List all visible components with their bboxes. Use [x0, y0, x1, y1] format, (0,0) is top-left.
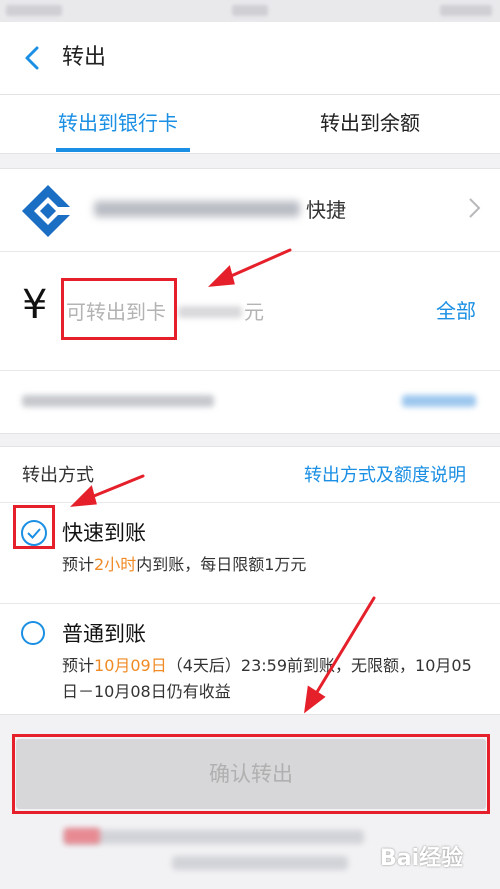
- tab-to-balance[interactable]: 转出到余额: [320, 109, 420, 137]
- desc-highlight: 2小时: [94, 555, 137, 574]
- option-description: 预计2小时内到账，每日限额1万元: [62, 553, 306, 577]
- status-carrier-blur: [6, 5, 62, 16]
- desc-highlight: 10月09日: [94, 656, 167, 675]
- bank-tag-label: 快捷: [306, 198, 346, 222]
- status-time-blur: [232, 5, 268, 16]
- currency-symbol: ¥: [22, 282, 48, 328]
- tab-bar: 转出到银行卡 转出到余额: [0, 95, 500, 154]
- bank-select-row[interactable]: 快捷: [0, 169, 500, 252]
- footer-note-blurred: [64, 830, 364, 844]
- option-fast-arrival[interactable]: 快速到账 预计2小时内到账，每日限额1万元: [0, 503, 500, 604]
- amount-unit: 元: [244, 300, 264, 324]
- page-title: 转出: [62, 45, 107, 70]
- back-button[interactable]: [18, 40, 48, 76]
- status-icons-blur: [440, 5, 492, 16]
- bank-name-blurred: [94, 201, 300, 217]
- desc-text: 内到账，每日限额1万元: [136, 555, 307, 574]
- chevron-left-icon: [25, 46, 39, 70]
- bank-logo-icon: [22, 185, 76, 237]
- limit-note-row: [0, 371, 500, 433]
- transfer-all-button[interactable]: 全部: [436, 297, 476, 325]
- status-bar: [0, 0, 500, 22]
- desc-text: 预计: [62, 656, 95, 675]
- annotation-box-confirm: [12, 734, 490, 814]
- transfer-method-section: 转出方式 转出方式及额度说明 快速到账 预计2小时内到账，每日限额1万元 普通到…: [0, 446, 500, 715]
- method-label: 转出方式: [22, 465, 94, 486]
- tab-to-bank-card[interactable]: 转出到银行卡: [58, 109, 178, 137]
- limit-note-blurred: [22, 395, 214, 407]
- tab-active-indicator: [56, 148, 190, 152]
- desc-text: 预计: [62, 555, 95, 574]
- desc-text: （4天后）23:59前到账，无限额，10月05: [166, 656, 472, 675]
- radio-unchecked-icon[interactable]: [21, 621, 45, 645]
- footer-badge-blurred: [64, 828, 100, 844]
- option-description-line2: 日－10月08日仍有收益: [62, 682, 231, 701]
- available-amount-blurred: [178, 306, 242, 318]
- chevron-right-icon: [469, 198, 481, 218]
- option-normal-arrival[interactable]: 普通到账 预计10月09日（4天后）23:59前到账，无限额，10月05 日－1…: [0, 604, 500, 714]
- option-title: 普通到账: [62, 622, 146, 646]
- nav-bar: 转出: [0, 22, 500, 95]
- option-description: 预计10月09日（4天后）23:59前到账，无限额，10月05: [62, 654, 472, 678]
- annotation-box-amount: [61, 278, 177, 340]
- option-title: 快速到账: [62, 521, 146, 545]
- footer-note-blurred-2: [172, 856, 348, 870]
- method-header: 转出方式 转出方式及额度说明: [0, 447, 500, 503]
- method-help-link[interactable]: 转出方式及额度说明: [304, 463, 466, 489]
- watermark: Bai经验: [380, 846, 464, 871]
- annotation-box-radio: [13, 505, 55, 549]
- limit-note-link-blurred[interactable]: [402, 395, 476, 407]
